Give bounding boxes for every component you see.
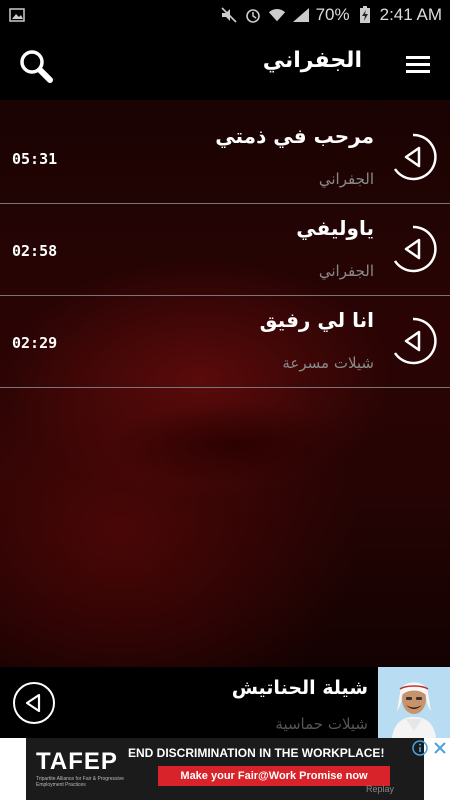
signal-icon: [292, 6, 310, 24]
now-playing-title: شيلة الحناتيش: [231, 677, 368, 699]
status-time: 2:41 AM: [379, 5, 442, 24]
battery-charging-icon: [356, 6, 374, 24]
track-row[interactable]: ياوليفي الجفراني 02:58: [0, 204, 450, 296]
play-icon[interactable]: [388, 316, 438, 366]
play-icon[interactable]: [12, 681, 56, 725]
track-artist: الجفراني: [318, 170, 374, 188]
image-notification-icon: [8, 6, 26, 24]
track-duration: 02:58: [12, 242, 58, 260]
hamburger-menu-icon[interactable]: [404, 50, 434, 80]
ad-headline: END DISCRIMINATION IN THE WORKPLACE!: [128, 746, 385, 760]
now-playing-artist: شيلات حماسية: [275, 715, 368, 733]
wifi-icon: [268, 6, 286, 24]
track-artist: الجفراني: [318, 262, 374, 280]
track-title: ياوليفي: [296, 216, 374, 240]
mute-icon: [220, 6, 238, 24]
ad-info-icon[interactable]: [412, 740, 428, 756]
track-duration: 05:31: [12, 150, 58, 168]
ad-content[interactable]: TAFEP Tripartite Alliance for Fair & Pro…: [26, 738, 446, 800]
now-playing-bar[interactable]: شيلة الحناتيش شيلات حماسية: [0, 667, 450, 738]
ad-close-icon[interactable]: [432, 740, 448, 756]
ad-logo: TAFEP: [36, 748, 118, 775]
ad-banner[interactable]: TAFEP Tripartite Alliance for Fair & Pro…: [0, 738, 450, 800]
track-row[interactable]: مرحب في ذمتي الجفراني 05:31: [0, 112, 450, 204]
app-bar: الجفراني: [0, 30, 450, 100]
battery-percent: 70%: [315, 5, 350, 24]
track-title: مرحب في ذمتي: [215, 124, 374, 148]
search-icon[interactable]: [16, 46, 56, 86]
status-bar: 70% 2:41 AM: [0, 0, 450, 30]
track-title: انا لي رفيق: [259, 308, 374, 332]
ad-cta-button[interactable]: Make your Fair@Work Promise now: [158, 766, 390, 786]
track-row[interactable]: انا لي رفيق شيلات مسرعة 02:29: [0, 296, 450, 388]
album-art: [378, 667, 450, 738]
play-icon[interactable]: [388, 224, 438, 274]
alarm-icon: [244, 6, 262, 24]
page-title: الجفراني: [262, 48, 362, 73]
ad-replay-link[interactable]: Replay: [366, 784, 394, 794]
track-list: مرحب في ذمتي الجفراني 05:31 ياوليفي الجف…: [0, 112, 450, 388]
play-icon[interactable]: [388, 132, 438, 182]
track-duration: 02:29: [12, 334, 58, 352]
track-artist: شيلات مسرعة: [282, 354, 374, 372]
ad-logo-subtitle: Tripartite Alliance for Fair & Progressi…: [36, 776, 124, 788]
